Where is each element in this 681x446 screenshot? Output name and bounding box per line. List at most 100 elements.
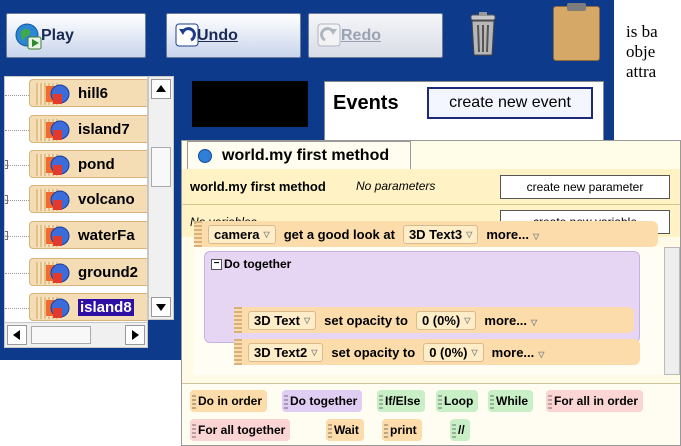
palette-print[interactable]: print xyxy=(382,419,422,441)
tree-item-waterfa[interactable]: waterFa xyxy=(29,221,147,249)
more-dropdown[interactable]: more... ▽ xyxy=(484,313,537,328)
control-palette: Do in order Do together If/Else Loop Whi… xyxy=(182,383,680,445)
object-model-icon xyxy=(46,84,70,104)
chevron-down-icon: ▽ xyxy=(263,229,270,239)
scroll-thumb[interactable] xyxy=(151,147,171,187)
opacity-statement[interactable]: 3D Text2 ▽ set opacity to 0 (0%) ▽ more...… xyxy=(234,339,640,365)
object-dropdown[interactable]: 3D Text ▽ xyxy=(248,310,317,330)
doc-line: obje xyxy=(626,42,656,61)
palette-label: Do in order xyxy=(198,394,263,408)
target-name: 3D Text3 xyxy=(408,226,463,242)
object-model-icon xyxy=(46,120,70,140)
tree-item-label: island7 xyxy=(78,120,130,138)
chevron-down-icon: ▽ xyxy=(531,317,538,327)
drag-handle[interactable] xyxy=(194,221,202,247)
tree-item-island7[interactable]: island7 xyxy=(29,115,147,143)
trash-can-icon[interactable] xyxy=(468,12,498,56)
action-text: set opacity to xyxy=(331,344,416,360)
tree-item-island8[interactable]: island8 xyxy=(29,293,147,321)
tab-world-my-first-method[interactable]: world.my first method xyxy=(187,141,411,169)
events-panel: Events create new event xyxy=(324,81,604,141)
scroll-down-arrow-icon[interactable] xyxy=(151,297,171,317)
tree-item-pond[interactable]: pond xyxy=(29,150,147,178)
scroll-thumb[interactable] xyxy=(31,326,91,344)
clipboard-icon[interactable] xyxy=(553,3,600,61)
palette-do-together[interactable]: Do together xyxy=(282,390,363,412)
method-editor: world.my first method No parameters crea… xyxy=(181,140,681,446)
palette-for-all-in-order[interactable]: For all in order xyxy=(546,390,644,412)
target-dropdown[interactable]: 3D Text3 ▽ xyxy=(402,224,479,244)
redo-button[interactable]: Redo xyxy=(308,13,443,58)
palette-loop[interactable]: Loop xyxy=(436,390,479,412)
object-dropdown[interactable]: camera ▽ xyxy=(208,224,276,244)
palette-label: // xyxy=(458,423,465,437)
drag-handle[interactable] xyxy=(234,339,242,365)
palette-comment[interactable]: // xyxy=(450,419,470,441)
object-name: camera xyxy=(214,226,260,242)
tree-item-volcano[interactable]: volcano xyxy=(29,185,147,213)
code-scrollbar[interactable] xyxy=(664,247,680,375)
palette-do-in-order[interactable]: Do in order xyxy=(190,390,268,412)
drag-handle[interactable] xyxy=(234,307,242,333)
scroll-up-arrow-icon[interactable] xyxy=(151,79,171,99)
palette-label: If/Else xyxy=(385,394,421,408)
value-text: 0 (0%) xyxy=(421,312,461,328)
object-tree: hill6 island7 + pond + volcano + waterFa xyxy=(4,76,148,348)
chevron-down-icon: ▽ xyxy=(464,315,471,325)
drag-handle xyxy=(379,393,383,409)
drag-handle xyxy=(284,393,288,409)
object-model-icon xyxy=(46,155,70,175)
palette-label: print xyxy=(390,423,417,437)
globe-play-icon xyxy=(15,23,42,50)
method-name: world.my first method xyxy=(190,179,326,194)
undo-label: Undo xyxy=(197,26,238,44)
palette-for-all-together[interactable]: For all together xyxy=(190,419,291,441)
object-model-icon xyxy=(46,190,70,210)
tree-item-label: waterFa xyxy=(78,226,135,244)
more-label: more... xyxy=(484,312,528,328)
tree-line xyxy=(5,165,29,166)
opacity-statement[interactable]: 3D Text ▽ set opacity to 0 (0%) ▽ more... ▽ xyxy=(234,307,634,333)
undo-button[interactable]: Undo xyxy=(166,13,301,58)
palette-label: For all in order xyxy=(554,394,639,408)
drag-handle xyxy=(438,393,442,409)
scroll-right-arrow-icon[interactable] xyxy=(125,325,145,345)
more-dropdown[interactable]: more... ▽ xyxy=(492,345,545,360)
object-model-icon xyxy=(46,263,70,283)
scene-preview xyxy=(192,81,308,127)
collapse-icon[interactable]: − xyxy=(211,258,222,270)
tree-item-hill6[interactable]: hill6 xyxy=(29,79,147,107)
palette-wait[interactable]: Wait xyxy=(326,419,364,441)
tree-item-label: volcano xyxy=(78,190,135,208)
tree-horizontal-scrollbar[interactable] xyxy=(4,322,148,348)
more-label: more... xyxy=(486,226,529,242)
value-dropdown[interactable]: 0 (0%) ▽ xyxy=(423,342,484,362)
palette-while[interactable]: While xyxy=(488,390,533,412)
action-text: get a good look at xyxy=(283,226,395,242)
more-dropdown[interactable]: more... ▽ xyxy=(486,227,539,242)
palette-label: While xyxy=(496,394,528,408)
drag-handle xyxy=(192,393,196,409)
scroll-left-arrow-icon[interactable] xyxy=(7,325,27,345)
value-dropdown[interactable]: 0 (0%) ▽ xyxy=(415,310,477,330)
doc-line: is ba xyxy=(626,22,658,41)
play-label: Play xyxy=(41,26,74,44)
create-new-parameter-button[interactable]: create new parameter xyxy=(500,175,670,199)
object-model-icon xyxy=(46,226,70,246)
clipboard-clip xyxy=(567,3,586,11)
chevron-down-icon: ▽ xyxy=(311,347,318,357)
tree-item-label: pond xyxy=(78,155,115,173)
play-button[interactable]: Play xyxy=(6,13,146,58)
drag-handle xyxy=(192,422,196,438)
palette-if-else[interactable]: If/Else xyxy=(377,390,426,412)
object-dropdown[interactable]: 3D Text2 ▽ xyxy=(248,342,324,362)
camera-statement[interactable]: camera ▽ get a good look at 3D Text3 ▽ mor… xyxy=(194,221,658,247)
tree-item-ground2[interactable]: ground2 xyxy=(29,258,147,286)
drag-handle xyxy=(328,422,332,438)
tree-item-label: ground2 xyxy=(78,263,138,281)
method-globe-icon xyxy=(198,149,212,163)
palette-label: For all together xyxy=(198,423,286,437)
create-new-event-button[interactable]: create new event xyxy=(427,87,593,119)
tree-vertical-scrollbar[interactable] xyxy=(148,76,174,320)
doc-line: attra xyxy=(626,62,657,81)
